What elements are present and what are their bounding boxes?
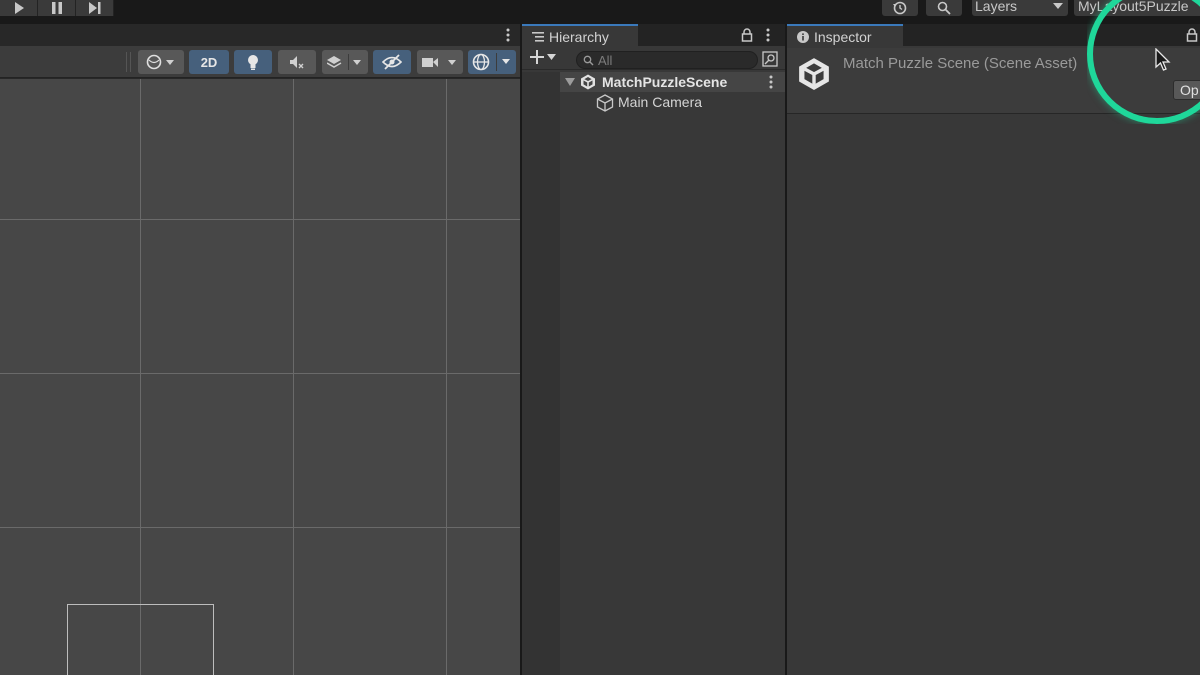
gizmos-dropdown[interactable]	[468, 50, 516, 74]
hierarchy-tabbar: Hierarchy	[522, 24, 785, 48]
undo-history-button[interactable]	[882, 0, 918, 16]
toolbar-separator	[130, 52, 131, 72]
toolbar-separator	[126, 52, 127, 72]
cursor-icon	[1155, 48, 1171, 71]
audio-muted-icon	[290, 56, 304, 69]
grid-line	[0, 219, 520, 220]
grid-line	[0, 373, 520, 374]
audio-toggle-button[interactable]	[278, 50, 316, 74]
history-icon	[893, 1, 907, 15]
scene-tabbar	[0, 24, 520, 46]
hierarchy-item[interactable]: Main Camera	[560, 92, 785, 112]
scene-view-toolbar: 2D	[0, 46, 520, 78]
grid-line	[446, 79, 447, 675]
2d-toggle-label: 2D	[200, 54, 218, 70]
grid-line	[0, 527, 520, 528]
tab-inspector[interactable]: Inspector	[787, 24, 903, 48]
inspector-tab-label: Inspector	[814, 29, 872, 45]
unity-scene-icon	[799, 58, 829, 90]
camera-settings-dropdown[interactable]	[417, 50, 463, 74]
foldout-expanded-icon[interactable]	[565, 78, 575, 86]
cube-icon	[596, 94, 614, 112]
search-by-type-icon[interactable]	[762, 51, 778, 67]
layers-dropdown[interactable]: Layers	[972, 0, 1068, 16]
play-controls	[0, 0, 114, 16]
lock-icon[interactable]	[741, 28, 753, 42]
create-object-button[interactable]	[530, 50, 556, 64]
hierarchy-toolbar	[522, 48, 785, 70]
play-button[interactable]	[0, 0, 38, 16]
kebab-icon[interactable]	[506, 28, 510, 42]
unity-scene-icon	[581, 74, 595, 90]
list-icon	[532, 32, 544, 42]
kebab-icon[interactable]	[769, 75, 773, 89]
scene-canvas[interactable]	[0, 79, 520, 675]
effects-dropdown[interactable]	[322, 50, 368, 74]
hierarchy-tree: MatchPuzzleScene Main Camera	[560, 72, 785, 675]
hierarchy-item-label: Main Camera	[618, 94, 703, 110]
step-button[interactable]	[76, 0, 114, 16]
grid-line	[140, 79, 141, 675]
camera-icon	[422, 58, 456, 67]
scene-visibility-toggle[interactable]	[373, 50, 411, 74]
pause-icon	[51, 2, 62, 14]
hierarchy-search-input[interactable]	[598, 52, 748, 68]
hierarchy-panel: Hierarchy MatchPuzzleScene Main Camera	[522, 24, 785, 675]
lightbulb-icon	[248, 55, 258, 70]
hierarchy-search[interactable]	[576, 51, 758, 69]
hierarchy-gutter	[522, 72, 560, 675]
visibility-off-icon	[382, 54, 402, 70]
chevron-down-icon	[1053, 3, 1063, 9]
search-button[interactable]	[926, 0, 962, 16]
hierarchy-tab-label: Hierarchy	[549, 29, 609, 45]
layers-stack-icon	[327, 54, 361, 70]
search-icon	[937, 1, 951, 15]
scene-name: MatchPuzzleScene	[602, 74, 728, 90]
plus-icon	[530, 50, 544, 64]
draw-mode-dropdown[interactable]	[138, 50, 184, 74]
hierarchy-scene-row[interactable]: MatchPuzzleScene	[560, 72, 785, 92]
scene-view-panel: 2D	[0, 24, 520, 675]
lighting-toggle-button[interactable]	[234, 50, 272, 74]
layers-label: Layers	[975, 0, 1018, 14]
step-icon	[88, 2, 100, 14]
chevron-down-icon	[547, 54, 556, 60]
gizmo-globe-icon	[472, 53, 510, 71]
main-toolbar: Layers MyLayout5Puzzle	[0, 0, 1200, 24]
2d-toggle-button[interactable]: 2D	[189, 50, 229, 74]
kebab-icon[interactable]	[766, 28, 770, 42]
info-icon	[797, 31, 809, 43]
search-icon	[583, 55, 594, 65]
play-icon	[14, 2, 24, 14]
tab-hierarchy[interactable]: Hierarchy	[522, 24, 638, 48]
inspector-title: Match Puzzle Scene (Scene Asset)	[843, 55, 1078, 72]
shading-sphere-icon	[146, 54, 174, 70]
camera-bounds-gizmo[interactable]	[67, 604, 214, 675]
pause-button[interactable]	[38, 0, 76, 16]
grid-line	[293, 79, 294, 675]
